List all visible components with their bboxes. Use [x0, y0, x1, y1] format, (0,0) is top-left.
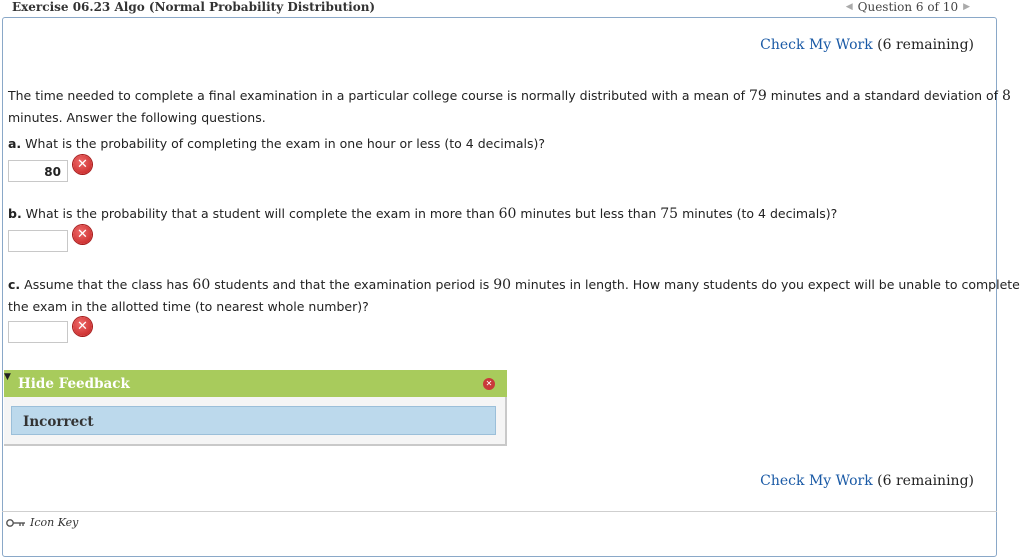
title-bar: Exercise 06.23 Algo (Normal Probability … [0, 0, 1000, 16]
feedback-message: Incorrect [23, 414, 94, 430]
problem-text: minutes. Answer the following questions. [8, 110, 266, 125]
question-b-text: minutes but less than [516, 206, 661, 221]
question-position: Question 6 of 10 [857, 0, 959, 14]
question-c: c. Assume that the class has 60 students… [8, 274, 1020, 317]
question-b-text: minutes (to 4 decimals)? [678, 206, 838, 221]
remaining-count: (6 remaining) [877, 473, 974, 489]
mean-value: 79 [749, 88, 767, 104]
question-c-label: c. [8, 277, 21, 292]
answer-b-input[interactable] [8, 230, 68, 252]
x-circle-icon: ✕ [73, 155, 92, 174]
feedback-header[interactable]: ▼ Hide Feedback ✕ [4, 370, 507, 397]
check-my-work-link[interactable]: Check My Work [760, 37, 873, 53]
question-navigation: ◀ Question 6 of 10 ▶ [846, 0, 970, 14]
question-b-number: 75 [660, 206, 679, 222]
sd-value: 8 [1002, 88, 1011, 104]
check-my-work-bottom: Check My Work (6 remaining) [760, 473, 974, 489]
question-b-text: What is the probability that a student w… [21, 206, 499, 221]
problem-text: The time needed to complete a final exam… [8, 88, 749, 103]
question-c-text: students and that the examination period… [210, 277, 494, 292]
previous-question-icon[interactable]: ◀ [846, 2, 853, 12]
close-icon[interactable]: ✕ [483, 378, 495, 390]
question-a: a. What is the probability of completing… [8, 133, 545, 154]
icon-key-label: Icon Key [30, 516, 79, 529]
check-my-work-top: Check My Work (6 remaining) [760, 37, 974, 53]
feedback-message-box: Incorrect [11, 406, 496, 435]
question-b: b. What is the probability that a studen… [8, 203, 837, 225]
key-icon [6, 518, 25, 527]
answer-c-input[interactable] [8, 321, 68, 343]
question-c-text: minutes in length. How many students do … [511, 277, 1020, 292]
question-c-text: the exam in the allotted time (to neares… [8, 299, 369, 314]
remaining-count: (6 remaining) [877, 37, 974, 53]
question-c-number: 90 [493, 277, 512, 293]
next-question-icon[interactable]: ▶ [963, 2, 970, 12]
check-my-work-link[interactable]: Check My Work [760, 473, 873, 489]
hide-feedback-toggle[interactable]: Hide Feedback [18, 376, 130, 392]
question-c-number: 60 [192, 277, 211, 293]
feedback-panel: ▼ Hide Feedback ✕ Incorrect [4, 370, 507, 446]
collapse-triangle-icon: ▼ [4, 372, 11, 382]
answer-a-input[interactable]: 80 [8, 160, 68, 182]
exercise-title: Exercise 06.23 Algo (Normal Probability … [12, 0, 376, 14]
question-b-number: 60 [498, 206, 517, 222]
question-b-label: b. [8, 206, 22, 221]
x-circle-icon: ✕ [73, 225, 92, 244]
question-c-text: Assume that the class has [20, 277, 193, 292]
question-a-text: What is the probability of completing th… [21, 136, 546, 151]
problem-statement: The time needed to complete a final exam… [8, 85, 1011, 128]
divider [2, 511, 997, 512]
x-circle-icon: ✕ [73, 317, 92, 336]
problem-text: minutes and a standard deviation of [766, 88, 1003, 103]
question-a-label: a. [8, 136, 22, 151]
icon-key-link[interactable]: Icon Key [6, 516, 78, 529]
